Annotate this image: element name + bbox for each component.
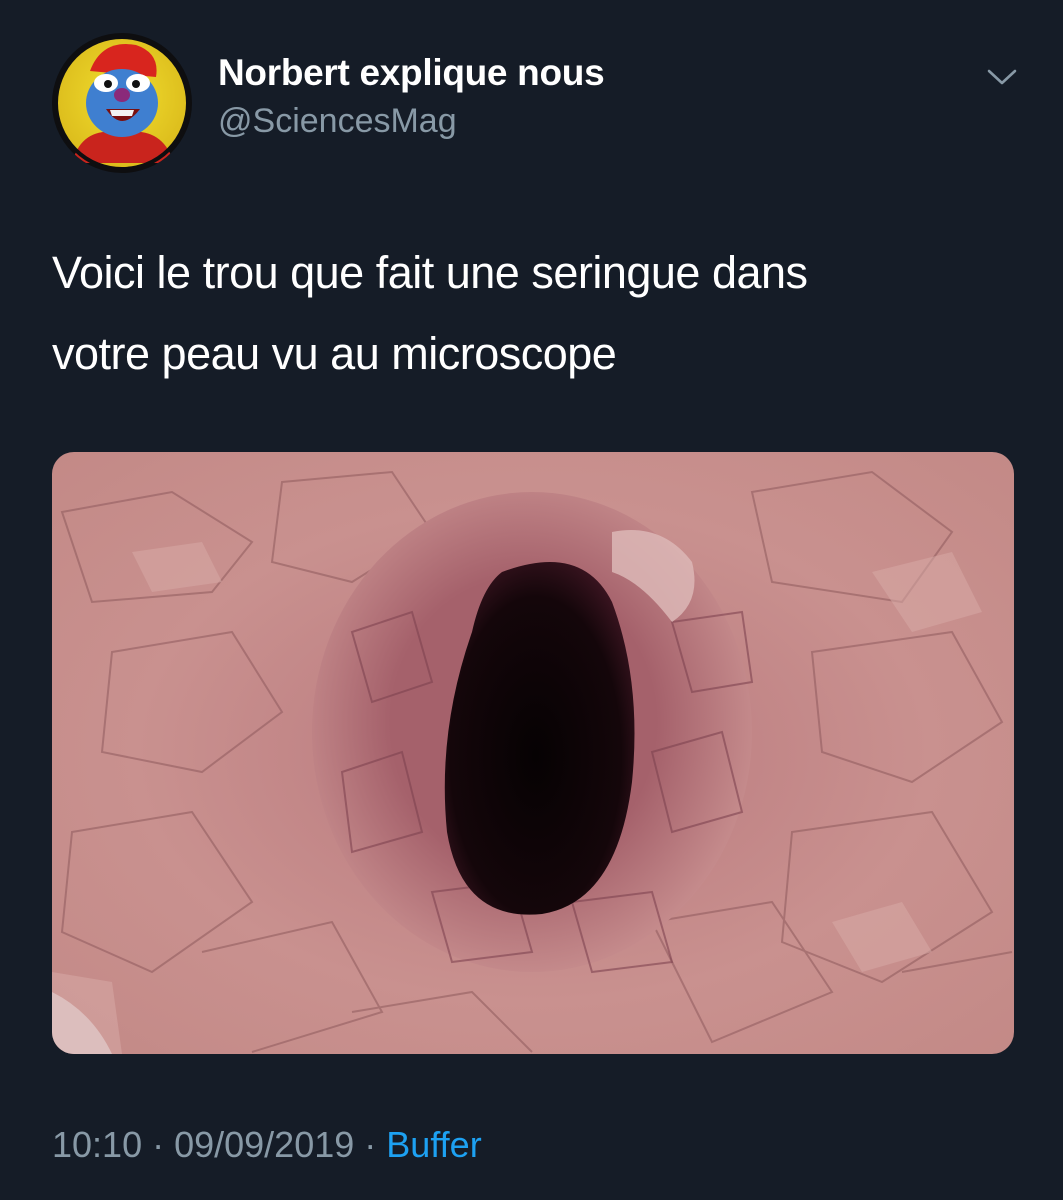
author-display-name[interactable]: Norbert explique nous: [218, 50, 605, 96]
tweet-time[interactable]: 10:10: [52, 1124, 142, 1165]
tweet-date[interactable]: 09/09/2019: [174, 1124, 354, 1165]
puppet-avatar-icon: [52, 33, 192, 173]
tweet-meta: 10:10 · 09/09/2019 · Buffer: [52, 1120, 482, 1170]
meta-separator: ·: [364, 1124, 377, 1165]
tweet-menu-button[interactable]: [984, 62, 1020, 92]
tweet-text: Voici le trou que fait une seringue dans…: [52, 232, 1012, 394]
tweet-text-line: votre peau vu au microscope: [52, 328, 617, 379]
author-header: Norbert explique nous @SciencesMag: [218, 50, 605, 144]
author-handle[interactable]: @SciencesMag: [218, 98, 604, 144]
tweet-card: Norbert explique nous @SciencesMag Voici…: [0, 0, 1063, 1200]
chevron-down-icon: [987, 69, 1017, 85]
tweet-text-line: Voici le trou que fait une seringue dans: [52, 247, 808, 298]
tweet-media-image[interactable]: [52, 452, 1014, 1054]
author-avatar[interactable]: [52, 33, 192, 173]
meta-separator: ·: [152, 1124, 165, 1165]
tweet-source-link[interactable]: Buffer: [386, 1124, 481, 1165]
microscope-skin-photo-icon: [52, 452, 1014, 1054]
